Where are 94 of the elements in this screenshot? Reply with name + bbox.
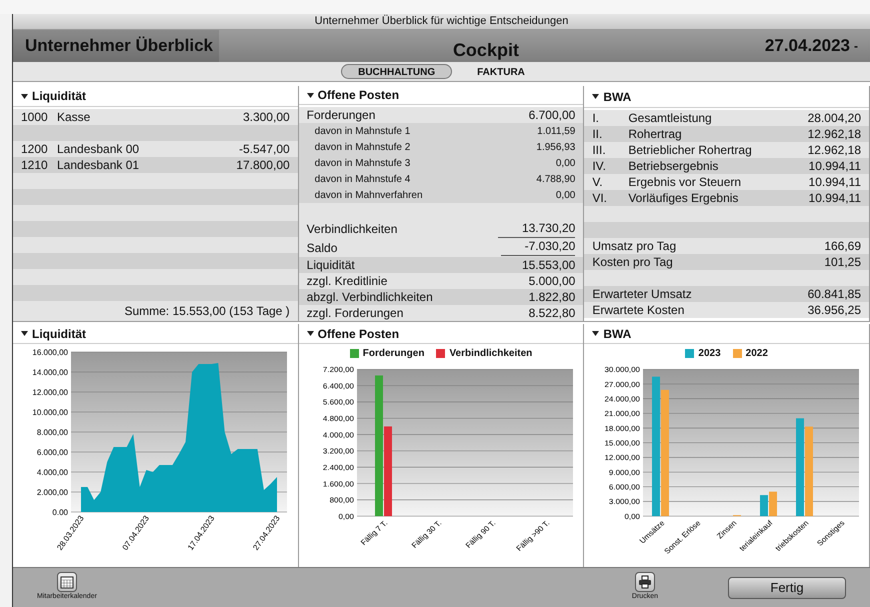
row-label: Rohertrag [628, 126, 683, 143]
row-label: Ergebnis vor Steuern [628, 174, 742, 191]
row-value: 10.994,11 [808, 190, 862, 207]
row-label: zzgl. Forderungen [306, 305, 404, 322]
y-tick-label: 0.00 [52, 508, 68, 517]
legend-label: Verbindlichkeiten [449, 346, 532, 360]
legend-label: 2023 [698, 346, 721, 360]
window-title: Unternehmer Überblick für wichtige Entscheidungen [314, 14, 568, 30]
y-tick-label: 10.000,00 [32, 408, 68, 417]
disclosure-triangle-icon[interactable] [21, 331, 28, 336]
row-value: 101,25 [823, 254, 862, 271]
tab[interactable]: BUCHHALTUNG [341, 64, 452, 79]
sum-footer: Summe: 15.553,00 (153 Tage ) [13, 301, 298, 321]
section-title: Liquidität [32, 326, 86, 342]
row-value: 10.994,11 [808, 158, 862, 175]
row-label: Kasse [57, 109, 92, 126]
caret-icon: - [854, 37, 858, 55]
row-value: 5.000,00 [528, 273, 576, 290]
row-value: 36.956,25 [806, 302, 862, 319]
y-tick-label: 8.000,00 [37, 428, 68, 437]
row-code: 1000 [21, 109, 49, 126]
disclosure-triangle-icon[interactable] [306, 92, 314, 98]
row-label: davon in Mahnstufe 4 [314, 172, 412, 186]
row-value: 0,00 [556, 156, 576, 170]
y-tick-label: 16.000,00 [32, 348, 68, 357]
row-value: 3.300,00 [242, 109, 290, 126]
row-value: 166,69 [823, 238, 862, 255]
section-title: Liquidität [32, 88, 86, 106]
row-label: Landesbank 01 [57, 157, 140, 174]
row-value: 12.962,18 [808, 126, 862, 143]
view-title: Cockpit [452, 38, 519, 62]
section-title: Offene Posten [318, 326, 400, 342]
row-code: IV. [592, 158, 607, 175]
section-title: BWA [603, 88, 632, 106]
row-value: 1.822,80 [528, 289, 576, 306]
date-dropdown[interactable]: 27.04.2023 - [752, 33, 870, 59]
row-code: III. [592, 142, 607, 159]
tab[interactable]: FAKTURA [460, 64, 542, 79]
row-value: -5.547,00 [238, 141, 290, 158]
row-value: 1.956,93 [536, 140, 576, 154]
row-value: 0,00 [556, 188, 576, 202]
disclosure-triangle-icon[interactable] [21, 94, 28, 99]
row-label: Forderungen [306, 107, 376, 124]
row-label: Vorläufiges Ergebnis [628, 190, 740, 207]
row-label: Kosten pro Tag [592, 254, 674, 271]
disclosure-triangle-icon[interactable] [592, 94, 600, 99]
row-code: 1200 [21, 141, 49, 158]
section-title: Offene Posten [318, 87, 400, 104]
row-code: I. [592, 110, 600, 127]
row-label: davon in Mahnstufe 2 [314, 140, 412, 154]
y-tick-label: 2.000,00 [37, 488, 68, 497]
row-label: Verbindlichkeiten [306, 220, 398, 238]
row-label: Erwartete Kosten [592, 302, 686, 319]
y-tick-label: 6.000,00 [37, 448, 68, 457]
row-value: 15.553,00 [520, 257, 576, 274]
row-label: davon in Mahnverfahren [314, 188, 424, 202]
row-value: 28.004,20 [808, 110, 862, 127]
row-label: davon in Mahnstufe 1 [314, 124, 412, 138]
row-label: Betriebsergebnis [628, 158, 720, 175]
row-label: Umsatz pro Tag [592, 238, 678, 255]
row-code: VI. [592, 190, 608, 207]
y-tick-label: 12.000,00 [32, 388, 68, 397]
row-value: 60.841,85 [806, 286, 862, 303]
row-value: 6.700,00 [528, 107, 576, 124]
row-code: II. [592, 126, 604, 143]
y-tick-label: 14.000,00 [32, 368, 68, 377]
row-value: 17.800,00 [236, 157, 290, 174]
section-title: BWA [603, 326, 632, 342]
row-label: davon in Mahnstufe 3 [314, 156, 412, 170]
row-label: Gesamtleistung [628, 110, 713, 127]
printer-icon [634, 572, 655, 592]
row-code: V. [592, 174, 604, 191]
row-value: 1.011,59 [537, 124, 576, 138]
row-value: 8.522,80 [528, 305, 576, 322]
legend-label: 2022 [746, 346, 768, 360]
disclosure-triangle-icon[interactable] [306, 331, 314, 336]
date-value: 27.04.2023 [764, 35, 850, 58]
disclosure-triangle-icon[interactable] [592, 331, 600, 336]
calendar-icon [56, 572, 77, 592]
row-value: 4.788,90 [536, 172, 576, 186]
row-code: 1210 [21, 157, 49, 174]
legend-label: Forderungen [362, 346, 424, 360]
done-button[interactable]: Fertig [728, 576, 846, 598]
row-value: 12.962,18 [808, 142, 862, 159]
row-label: Saldo [306, 240, 338, 256]
row-label: zzgl. Kreditlinie [306, 273, 388, 290]
page-title: Unternehmer Überblick [25, 35, 213, 58]
row-label: Liquidität [306, 257, 356, 274]
row-label: Betrieblicher Rohertrag [628, 142, 753, 159]
row-label: abzgl. Verbindlichkeiten [306, 289, 434, 306]
y-tick-label: 4.000,00 [37, 468, 68, 477]
row-value: 10.994,11 [808, 174, 862, 191]
row-label: Erwarteter Umsatz [592, 286, 693, 303]
row-label: Landesbank 00 [57, 141, 140, 158]
